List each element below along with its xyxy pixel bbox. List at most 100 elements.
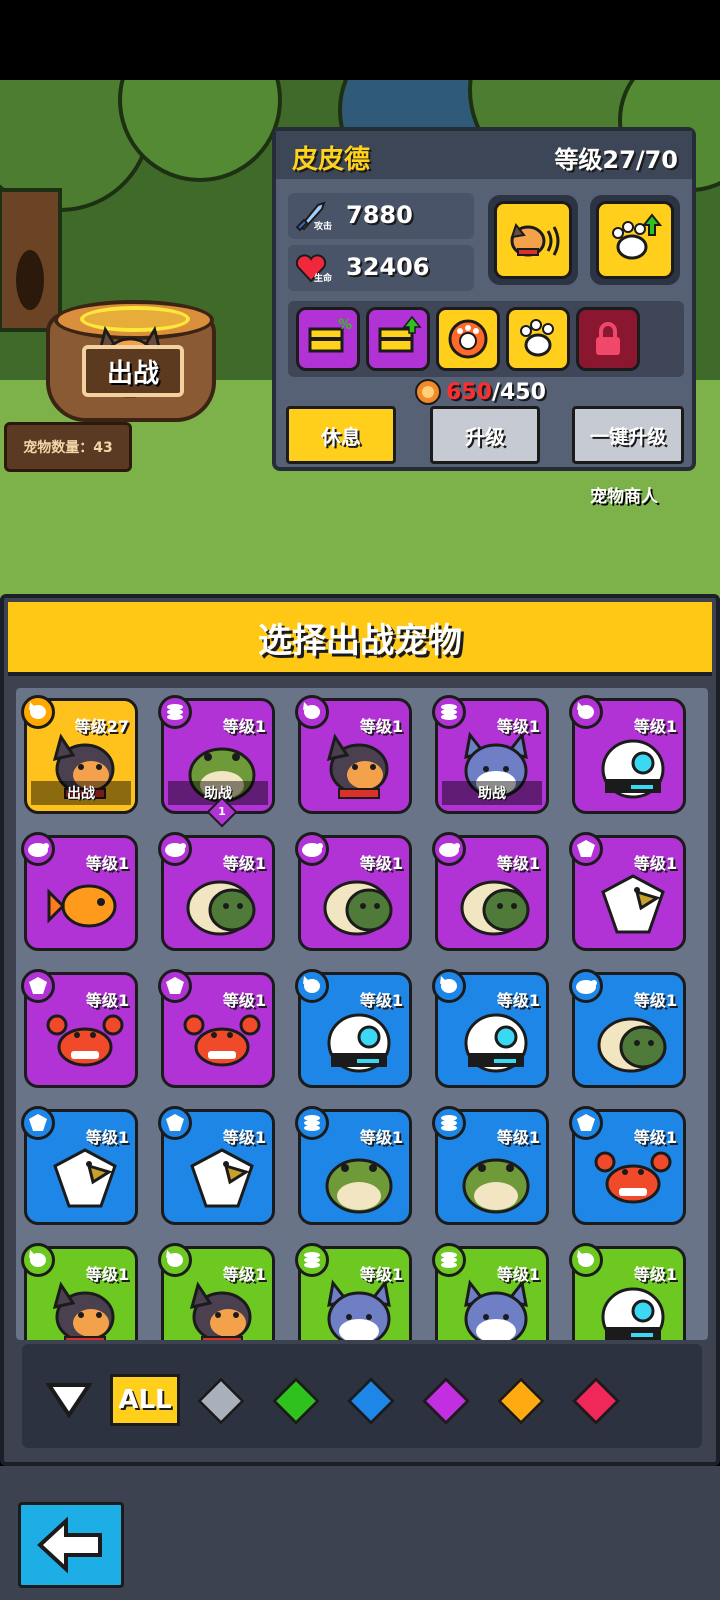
pet-card[interactable]: 等级1 助战 1 bbox=[158, 695, 275, 828]
pet-card-grid[interactable]: 等级27 出战 等级1 助战 1 等级1 等级1 助战 等级1 等级1 等级1 等级1 等级1 等级1 等级… bbox=[16, 688, 708, 1340]
pet-card[interactable]: 等级1 bbox=[21, 832, 138, 951]
robot-icon bbox=[601, 739, 665, 799]
dog-badge-icon bbox=[432, 969, 466, 1003]
pet-card-level: 等级1 bbox=[496, 991, 540, 1010]
attack-value: 7880 bbox=[346, 201, 413, 229]
pet-card-level: 等级1 bbox=[496, 854, 540, 873]
pet-card-level: 等级1 bbox=[222, 854, 266, 873]
pet-card-status-tag: 助战 bbox=[442, 781, 542, 805]
pet-card[interactable]: 等级1 bbox=[295, 695, 412, 814]
robot-icon bbox=[327, 1013, 391, 1073]
skill-row: % bbox=[288, 301, 684, 377]
pet-card-level: 等级1 bbox=[359, 1128, 403, 1147]
pet-card-level: 等级1 bbox=[633, 991, 677, 1010]
turtle-badge-icon bbox=[295, 832, 329, 866]
pet-card[interactable]: 等级1 bbox=[569, 1243, 686, 1340]
pet-select-panel: 选择出战宠物 等级27 出战 等级1 助战 1 等级1 等级1 助战 等级1 等级1 等级1 等级1 等… bbox=[0, 594, 720, 1466]
dog-badge-icon bbox=[569, 1243, 603, 1277]
svg-text:%: % bbox=[338, 317, 352, 333]
crab-icon bbox=[594, 1151, 672, 1204]
green-gem-icon[interactable] bbox=[271, 1376, 321, 1426]
panel-title: 选择出战宠物 bbox=[258, 620, 462, 661]
pet-card[interactable]: 等级1 bbox=[21, 1106, 138, 1225]
coin-badge-icon bbox=[158, 695, 192, 729]
turtle-badge-icon bbox=[432, 832, 466, 866]
sortie-button[interactable]: 出战 bbox=[82, 345, 184, 397]
pet-level: 等级27/70 bbox=[554, 146, 678, 174]
pet-card-level: 等级1 bbox=[222, 1265, 266, 1284]
pet-card[interactable]: 等级1 bbox=[21, 1243, 138, 1340]
filter-all-button[interactable]: ALL bbox=[110, 1374, 180, 1426]
pet-card[interactable]: 等级1 bbox=[569, 1106, 686, 1225]
hp-stat: 生命 32406 bbox=[288, 245, 474, 291]
pet-card[interactable]: 等级1 bbox=[295, 832, 412, 951]
pet-card[interactable]: 等级1 bbox=[158, 1106, 275, 1225]
sort-down-icon[interactable] bbox=[46, 1382, 92, 1418]
eagle-badge-icon bbox=[569, 1106, 603, 1140]
pet-card[interactable]: 等级1 bbox=[569, 832, 686, 951]
pet-card[interactable]: 等级1 bbox=[432, 969, 549, 1088]
eagle-icon bbox=[601, 874, 665, 934]
pet-card[interactable]: 等级1 bbox=[295, 1106, 412, 1225]
upgrade-button[interactable]: 升级 bbox=[430, 406, 540, 464]
pet-card[interactable]: 等级1 bbox=[569, 969, 686, 1088]
skill-paw-upgrade-button[interactable] bbox=[590, 195, 680, 285]
pet-card[interactable]: 等级1 bbox=[432, 1106, 549, 1225]
pet-merchant-label[interactable]: 宠物商人 bbox=[590, 482, 658, 507]
cost-total: /450 bbox=[491, 379, 546, 405]
pet-info-header: 皮皮德 等级27/70 bbox=[276, 131, 692, 179]
pet-card-status-tag: 出战 bbox=[31, 781, 131, 805]
pet-card[interactable]: 等级1 bbox=[432, 1243, 549, 1340]
skill-chest-up[interactable] bbox=[366, 307, 430, 371]
chest-up-icon bbox=[378, 315, 422, 353]
red-gem-icon[interactable] bbox=[571, 1376, 621, 1426]
bottom-bar bbox=[0, 1466, 720, 1600]
turtle-icon bbox=[460, 880, 530, 936]
skill-chest-percent[interactable]: % bbox=[296, 307, 360, 371]
coin-badge-icon bbox=[295, 1106, 329, 1140]
coin-badge-icon bbox=[295, 1243, 329, 1277]
gray-gem-icon[interactable] bbox=[196, 1376, 246, 1426]
robot-icon bbox=[464, 1013, 528, 1073]
pet-count-sign: 宠物数量：43 bbox=[4, 422, 132, 472]
paw-upgrade-icon bbox=[612, 213, 663, 260]
coin-badge-icon bbox=[432, 1106, 466, 1140]
rest-button[interactable]: 休息 bbox=[286, 406, 396, 464]
skill-howl-button[interactable] bbox=[488, 195, 578, 285]
dog-badge-icon bbox=[295, 695, 329, 729]
eagle-icon bbox=[53, 1148, 117, 1208]
paw-target-icon bbox=[448, 319, 488, 359]
orange-gem-icon[interactable] bbox=[496, 1376, 546, 1426]
pet-card[interactable]: 等级1 bbox=[569, 695, 686, 814]
pet-card[interactable]: 等级27 出战 bbox=[21, 695, 138, 814]
pet-card-level: 等级1 bbox=[85, 1265, 129, 1284]
skill-paw-target[interactable] bbox=[436, 307, 500, 371]
pet-card[interactable]: 等级1 bbox=[432, 832, 549, 951]
pet-card-level: 等级27 bbox=[74, 717, 129, 736]
pet-card[interactable]: 等级1 bbox=[295, 1243, 412, 1340]
turtle-badge-icon bbox=[569, 969, 603, 1003]
hp-value: 32406 bbox=[346, 253, 430, 281]
turtle-badge-icon bbox=[21, 832, 55, 866]
pet-card-level: 等级1 bbox=[222, 1128, 266, 1147]
pet-card[interactable]: 等级1 bbox=[158, 1243, 275, 1340]
pet-card-level: 等级1 bbox=[359, 717, 403, 736]
dog-badge-icon bbox=[569, 695, 603, 729]
panel-title-banner: 选择出战宠物 bbox=[8, 602, 712, 676]
skill-paw[interactable] bbox=[506, 307, 570, 371]
pet-card-level: 等级1 bbox=[633, 717, 677, 736]
blue-gem-icon[interactable] bbox=[346, 1376, 396, 1426]
pet-card[interactable]: 等级1 bbox=[295, 969, 412, 1088]
pet-card[interactable]: 等级1 bbox=[21, 969, 138, 1088]
crab-icon bbox=[183, 1014, 261, 1067]
back-button[interactable] bbox=[18, 1502, 124, 1588]
pet-card[interactable]: 等级1 bbox=[158, 969, 275, 1088]
purple-gem-icon[interactable] bbox=[421, 1376, 471, 1426]
pet-card[interactable]: 等级1 bbox=[158, 832, 275, 951]
pet-info-panel: 皮皮德 等级27/70 攻击 7880 生命 32406 % 650 /450 … bbox=[272, 127, 696, 471]
dog-howl-icon bbox=[510, 222, 560, 257]
pet-card-level: 等级1 bbox=[633, 854, 677, 873]
auto-upgrade-button[interactable]: 一键升级 bbox=[572, 406, 684, 464]
skill-locked[interactable] bbox=[576, 307, 640, 371]
pet-card[interactable]: 等级1 助战 bbox=[432, 695, 549, 814]
